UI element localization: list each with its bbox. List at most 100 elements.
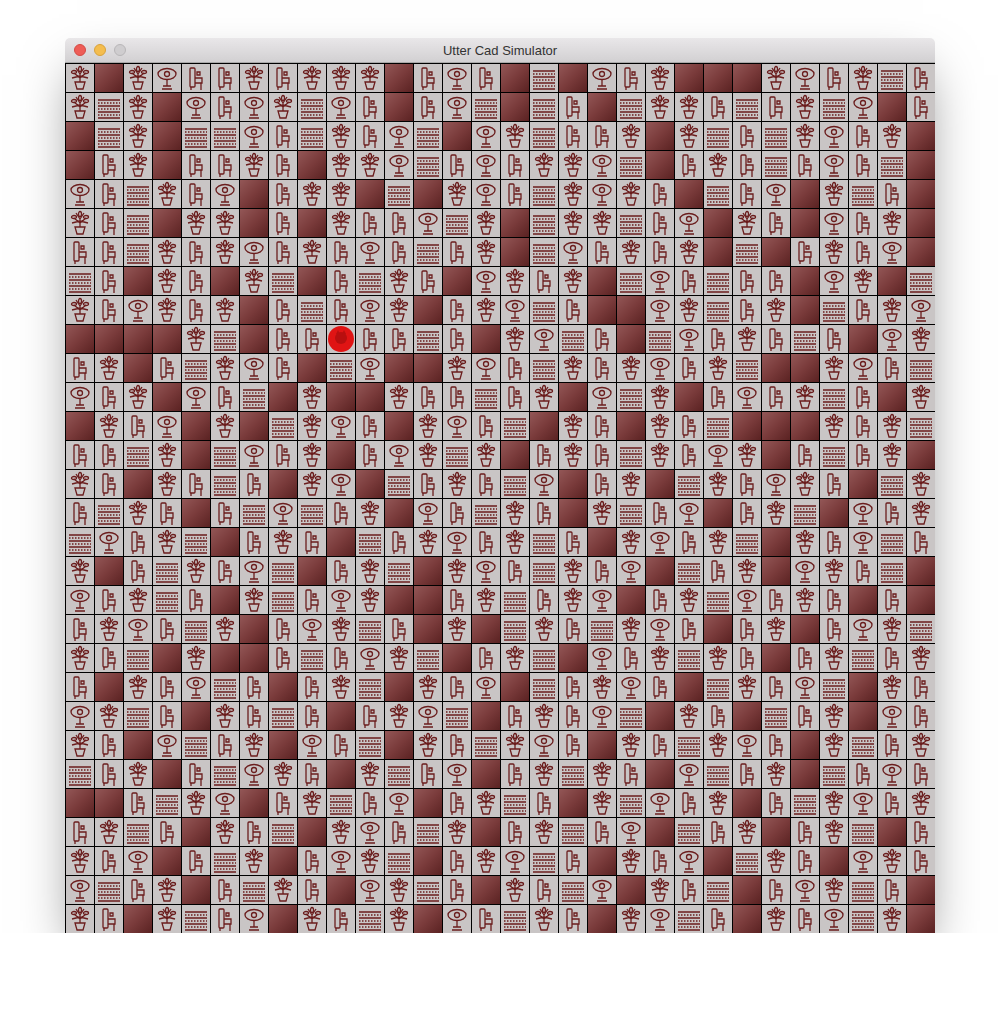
tile <box>820 702 848 730</box>
chair-icon <box>588 470 616 498</box>
tile <box>849 731 877 759</box>
shelf-icon <box>182 528 210 556</box>
tile <box>472 441 500 469</box>
chair-icon <box>501 383 529 411</box>
tile <box>530 412 558 440</box>
tile <box>820 267 848 295</box>
tile <box>791 702 819 730</box>
tile <box>327 905 355 933</box>
zoom-button[interactable] <box>114 44 126 56</box>
game-board[interactable] <box>65 63 935 933</box>
ring-icon <box>414 499 442 527</box>
tile <box>95 383 123 411</box>
plant-icon <box>675 586 703 614</box>
tile <box>617 615 645 643</box>
tile <box>733 470 761 498</box>
chair-icon <box>820 64 848 92</box>
plant-icon <box>443 557 471 585</box>
tile <box>414 847 442 875</box>
tile <box>443 151 471 179</box>
shelf-icon <box>733 847 761 875</box>
shelf-icon <box>849 644 877 672</box>
tile <box>327 731 355 759</box>
minimize-button[interactable] <box>94 44 106 56</box>
tile <box>617 528 645 556</box>
chair-icon <box>559 615 587 643</box>
tile <box>385 528 413 556</box>
tile <box>501 615 529 643</box>
tile <box>443 847 471 875</box>
chair-icon <box>240 702 268 730</box>
tile <box>501 499 529 527</box>
chair-icon <box>327 905 355 933</box>
ring-icon <box>559 238 587 266</box>
tile <box>646 354 674 382</box>
chair-icon <box>762 325 790 353</box>
tile <box>240 267 268 295</box>
plant-icon <box>298 238 326 266</box>
tile <box>153 267 181 295</box>
chair-icon <box>849 296 877 324</box>
shelf-icon <box>820 441 848 469</box>
ring-icon <box>762 180 790 208</box>
tile <box>414 818 442 846</box>
close-button[interactable] <box>74 44 86 56</box>
tile <box>211 470 239 498</box>
plant-icon <box>559 354 587 382</box>
tile <box>878 122 906 150</box>
tile <box>124 238 152 266</box>
tile <box>182 615 210 643</box>
shelf-icon <box>733 354 761 382</box>
plant-icon <box>385 644 413 672</box>
ring-icon <box>443 412 471 440</box>
tile <box>95 818 123 846</box>
ring-icon <box>356 876 384 904</box>
tile <box>704 180 732 208</box>
tile <box>791 528 819 556</box>
tile <box>530 876 558 904</box>
tile <box>559 760 587 788</box>
tile <box>124 296 152 324</box>
plant-icon <box>182 644 210 672</box>
plant-icon <box>443 818 471 846</box>
tile <box>820 905 848 933</box>
tile <box>559 702 587 730</box>
tile <box>733 644 761 672</box>
tile <box>443 702 471 730</box>
chair-icon <box>704 93 732 121</box>
tile <box>733 499 761 527</box>
tile <box>907 122 935 150</box>
tile <box>66 122 94 150</box>
shelf-icon <box>617 383 645 411</box>
shelf-icon <box>385 470 413 498</box>
tile <box>356 876 384 904</box>
ring-icon <box>820 267 848 295</box>
tile <box>791 557 819 585</box>
ring-icon <box>617 557 645 585</box>
tile <box>269 209 297 237</box>
chair-icon <box>385 528 413 556</box>
tile <box>733 586 761 614</box>
ring-icon <box>849 789 877 817</box>
tile <box>66 586 94 614</box>
shelf-icon <box>327 789 355 817</box>
tile <box>762 615 790 643</box>
tile <box>733 412 761 440</box>
chair-icon <box>269 180 297 208</box>
chair-icon <box>907 673 935 701</box>
plant-icon <box>95 615 123 643</box>
shelf-icon <box>501 905 529 933</box>
tile <box>211 528 239 556</box>
shelf-icon <box>675 818 703 846</box>
tile <box>704 122 732 150</box>
ring-icon <box>820 151 848 179</box>
tile <box>443 644 471 672</box>
tile <box>791 325 819 353</box>
chair-icon <box>443 586 471 614</box>
cat-icon[interactable] <box>327 325 355 353</box>
chair-icon <box>559 847 587 875</box>
tile <box>849 499 877 527</box>
tile <box>704 586 732 614</box>
tile <box>530 93 558 121</box>
chair-icon <box>820 325 848 353</box>
